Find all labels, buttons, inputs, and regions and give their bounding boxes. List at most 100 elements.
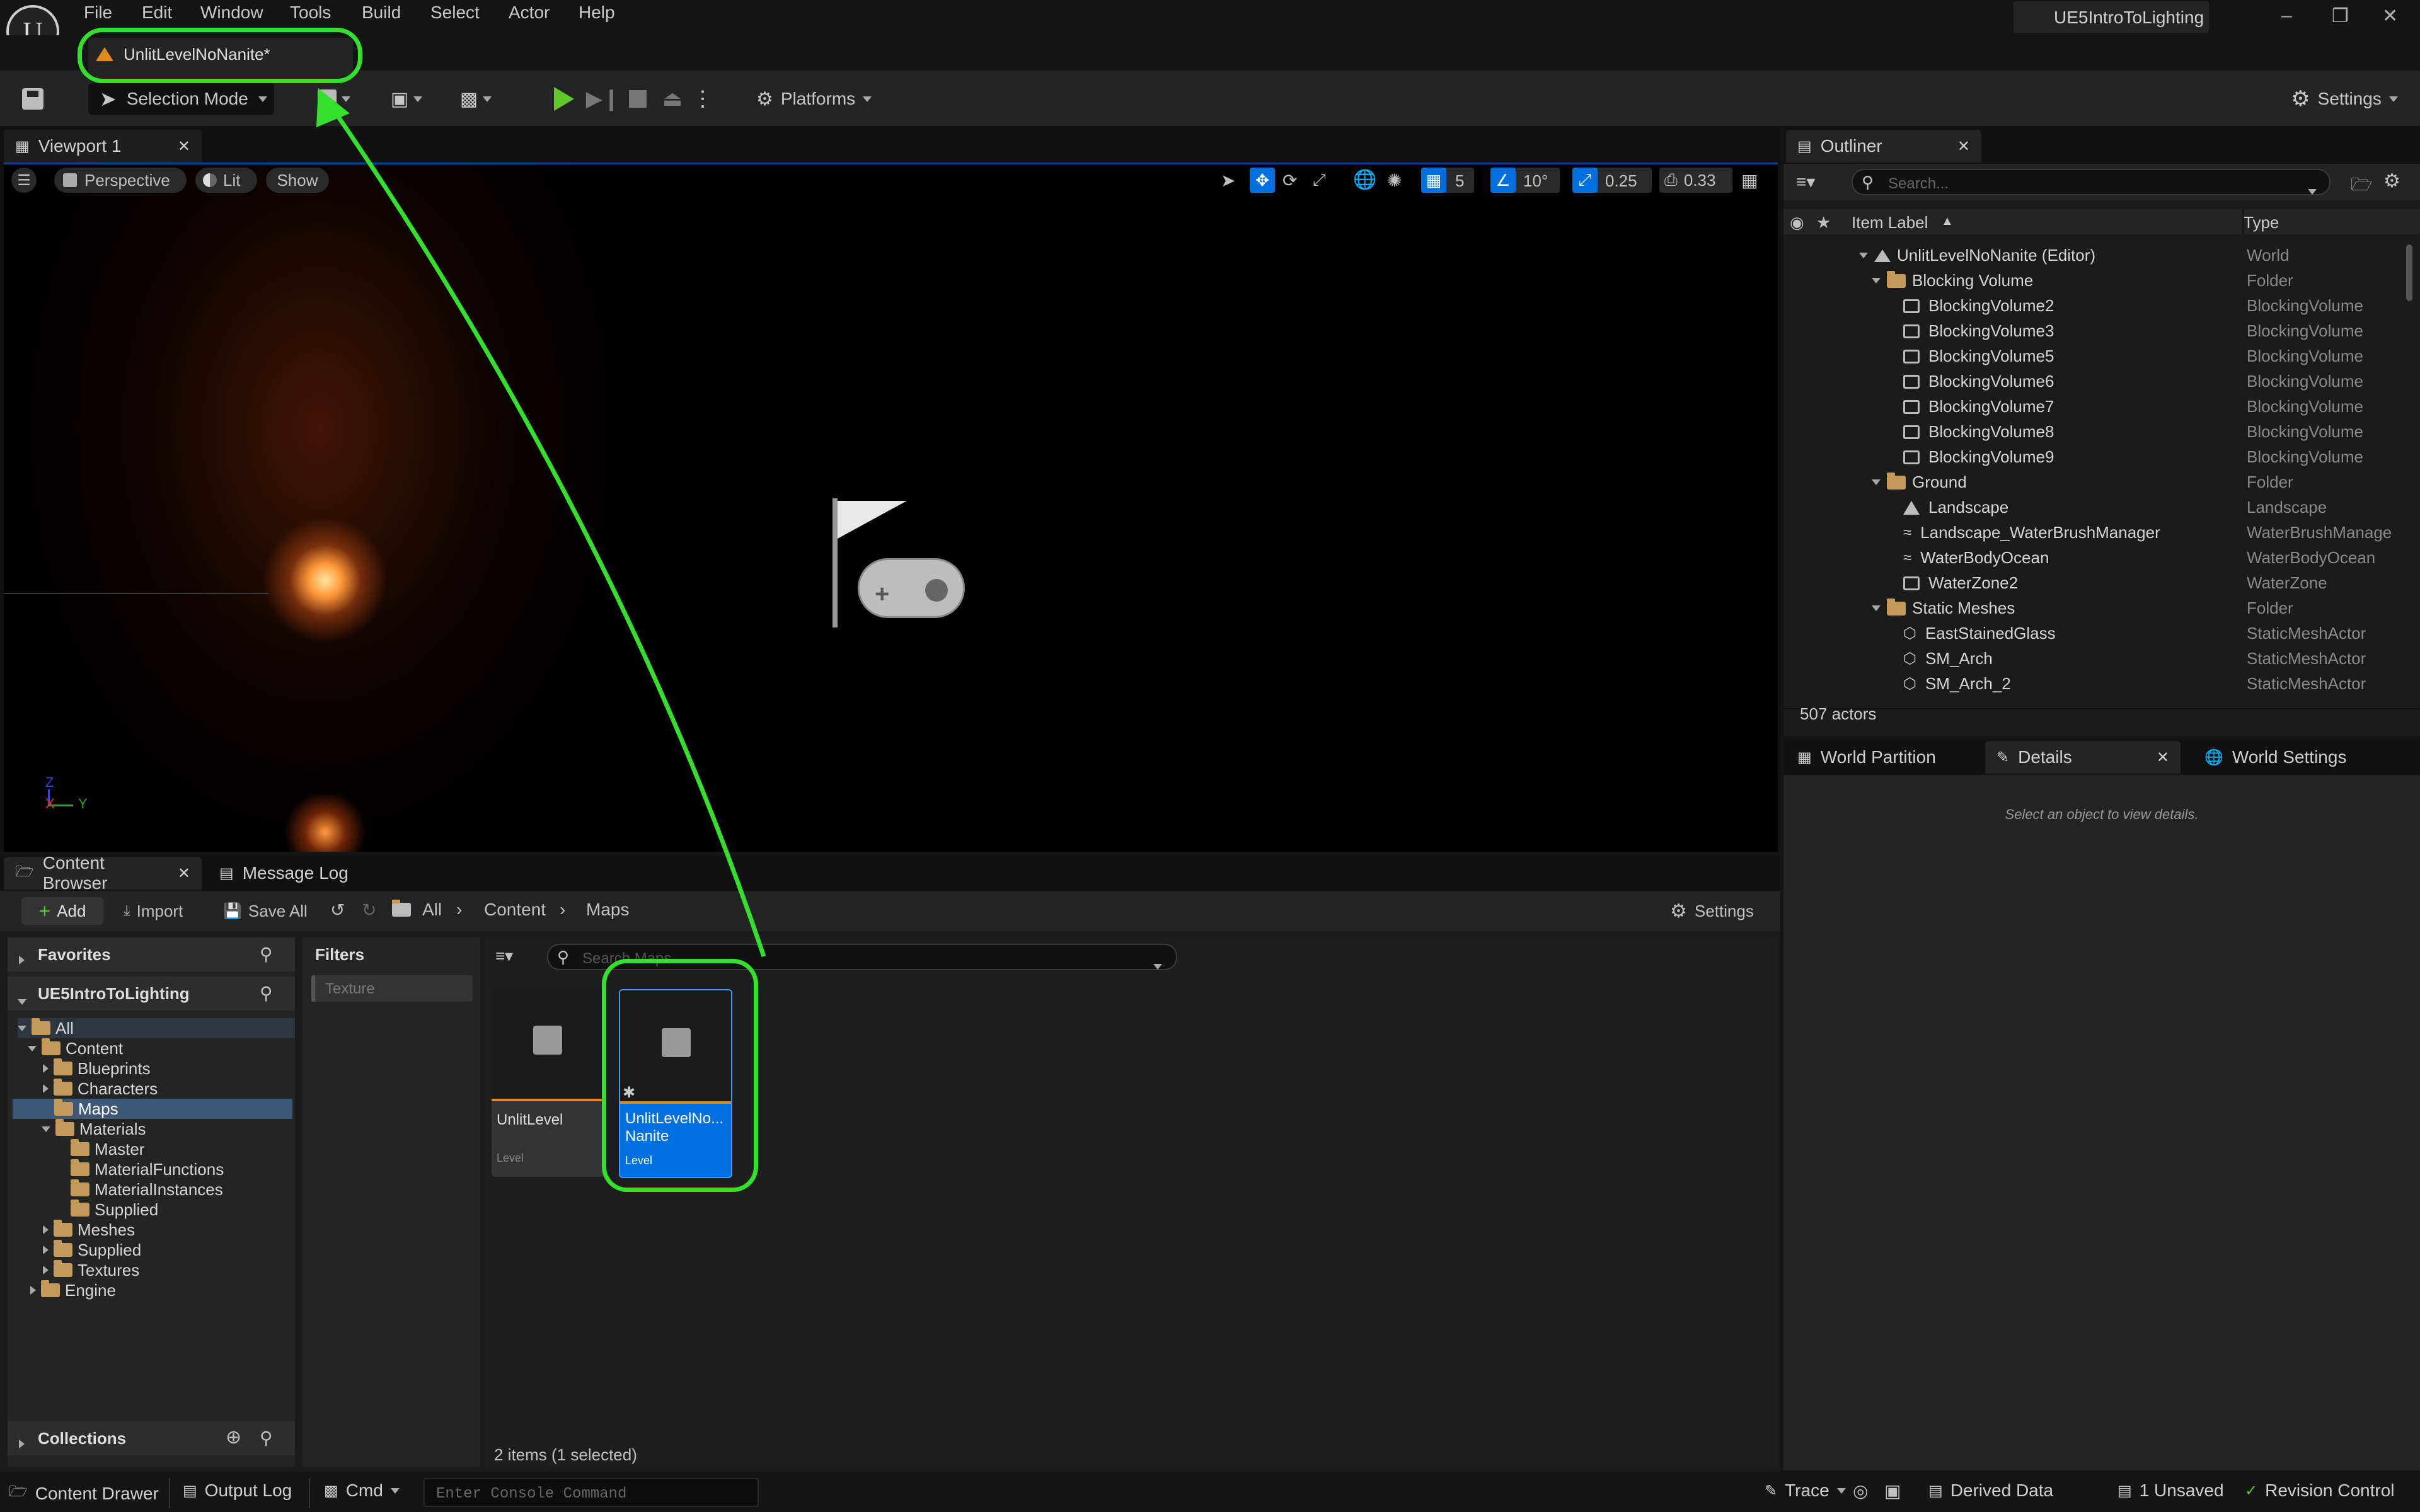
breadcrumb-content[interactable]: Content [484,900,546,920]
menu-edit[interactable]: Edit [142,3,172,23]
outliner-row[interactable]: BlockingVolume2 BlockingVolume [1783,292,2401,318]
camera-speed-button[interactable]: ⎙ 0.33 [1659,168,1732,193]
outliner-row[interactable]: Static Meshes Folder [1783,595,2401,620]
world-settings-tab[interactable]: 🌐 World Settings [2193,741,2407,774]
details-tab[interactable]: ✎ Details ✕ [1985,741,2181,774]
eject-button[interactable]: ⏏ [659,84,686,113]
save-icon[interactable] [18,84,48,113]
col-type[interactable]: Type [2244,213,2279,232]
rotate-tool-icon[interactable]: ⟳ [1282,170,1297,191]
unsaved-button[interactable]: ▤ 1 Unsaved [2118,1480,2224,1501]
tree-supplied[interactable]: Supplied [43,1240,295,1260]
search-icon[interactable]: ⚲ [260,983,273,1004]
cb-settings-button[interactable]: ⚙ Settings [1670,897,1777,925]
favorites-header[interactable]: Favorites ⚲ [8,937,295,971]
add-collection-icon[interactable]: ⊕ [226,1426,241,1448]
advance-frame-button[interactable]: ▶❙ [586,84,621,113]
outliner-scrollbar[interactable] [2406,244,2412,301]
stop-button[interactable] [624,84,652,113]
content-browser-tab[interactable]: 🗁 Content Browser ✕ [4,853,202,893]
viewport-canvas[interactable]: + Z X Y [4,163,1778,852]
outliner-row[interactable]: BlockingVolume5 BlockingVolume [1783,343,2401,368]
outliner-row[interactable]: BlockingVolume8 BlockingVolume [1783,418,2401,444]
outliner-row[interactable]: ⬡ SM_Arch StaticMeshActor [1783,645,2401,670]
tree-supplied-materials[interactable]: Supplied [71,1200,295,1220]
collections-header[interactable]: Collections ⊕ ⚲ [8,1421,295,1455]
restore-icon[interactable]: ❐ [2332,5,2349,27]
outliner-row[interactable]: BlockingVolume7 BlockingVolume [1783,393,2401,418]
tree-maps[interactable]: Maps [13,1099,292,1119]
outliner-row[interactable]: ⬡ SM_Arch_2 StaticMeshActor [1783,670,2401,696]
menu-build[interactable]: Build [362,3,401,23]
outliner-search-input[interactable]: ⚲ Search... [1852,169,2331,195]
perspective-button[interactable]: Perspective [54,168,187,193]
import-button[interactable]: ⤓ Import [124,897,205,925]
back-icon[interactable]: ↺ [330,900,345,920]
star-icon[interactable]: ★ [1816,213,1831,232]
forward-icon[interactable]: ↻ [362,900,376,920]
outliner-row[interactable]: ≈ Landscape_WaterBrushManager WaterBrushMa… [1783,519,2401,544]
close-tab-icon[interactable]: ✕ [178,864,190,883]
tree-master[interactable]: Master [71,1139,295,1159]
settings-dropdown[interactable]: ⚙ Settings [2281,84,2407,113]
selection-mode-dropdown[interactable]: ➤ Selection Mode [88,83,274,115]
filter-icon[interactable]: ≡▾ [495,946,513,966]
add-button[interactable]: + Add [21,897,103,925]
outliner-row[interactable]: UnlitLevelNoNanite (Editor) World [1783,242,2401,267]
filter-icon[interactable]: ≡▾ [1796,171,1815,192]
revision-control-button[interactable]: ✓ Revision Control [2245,1480,2395,1501]
content-drawer-button[interactable]: 🗁 Content Drawer [9,1480,159,1506]
cinematics-button[interactable]: ▩ [451,84,501,113]
menu-actor[interactable]: Actor [509,3,550,23]
console-input[interactable]: Enter Console Command [424,1478,759,1507]
tree-characters[interactable]: Characters [43,1079,295,1099]
surface-snap-icon[interactable]: ✺ [1387,170,1402,191]
outliner-row[interactable]: BlockingVolume6 BlockingVolume [1783,368,2401,393]
menu-window[interactable]: Window [200,3,263,23]
eye-icon[interactable]: ◉ [1790,213,1804,232]
tree-blueprints[interactable]: Blueprints [43,1058,295,1079]
play-button[interactable] [548,84,580,113]
outliner-row[interactable]: Blocking Volume Folder [1783,267,2401,292]
filter-chip-texture[interactable]: Texture [311,975,473,1002]
breadcrumb-maps[interactable]: Maps [586,900,629,920]
close-window-icon[interactable]: ✕ [2382,5,2398,27]
trace-button[interactable]: ✎ Trace [1765,1480,1846,1501]
record-icon[interactable]: ◎ [1853,1480,1868,1501]
breadcrumb-all[interactable]: All [422,900,442,920]
tree-material-instances[interactable]: MaterialInstances [71,1179,295,1200]
close-tab-icon[interactable]: ✕ [1957,137,1970,156]
outliner-row[interactable]: ⬡ EastStainedGlass StaticMeshActor [1783,620,2401,645]
blueprint-button[interactable]: ▣ [381,84,432,113]
move-tool-icon[interactable]: ✥ [1250,168,1275,193]
outliner-row[interactable]: ≈ WaterBodyOcean WaterBodyOcean [1783,544,2401,570]
viewport-tab[interactable]: ▦ Viewport 1 ✕ [4,130,202,163]
layout-icon[interactable]: ▦ [1741,170,1758,191]
message-log-tab[interactable]: ▤ Message Log [208,857,372,890]
add-folder-icon[interactable]: 🗁 [2351,171,2373,202]
tree-meshes[interactable]: Meshes [43,1220,295,1240]
col-item-label[interactable]: Item Label [1852,213,1928,232]
play-options-button[interactable]: ⋮ [692,84,713,113]
tree-materials[interactable]: Materials [42,1119,294,1139]
tree-material-functions[interactable]: MaterialFunctions [71,1159,295,1179]
menu-select[interactable]: Select [430,3,480,23]
lit-button[interactable]: Lit [195,168,257,193]
outliner-row[interactable]: BlockingVolume3 BlockingVolume [1783,318,2401,343]
player-start-icon[interactable]: + [829,498,968,631]
show-button[interactable]: Show [266,168,329,193]
grid-snap-button[interactable]: ▦ 5 [1421,168,1474,193]
project-header[interactable]: UE5IntroToLighting ⚲ [8,976,295,1011]
menu-file[interactable]: File [84,3,112,23]
world-partition-tab[interactable]: ▦ World Partition [1786,741,1981,774]
outliner-row[interactable]: Landscape Landscape [1783,494,2401,519]
scale-snap-button[interactable]: ⤢ 0.25 [1572,168,1652,193]
close-tab-icon[interactable]: ✕ [178,137,190,156]
add-actor-button[interactable] [309,84,359,113]
outliner-row[interactable]: Ground Folder [1783,469,2401,494]
tree-content[interactable]: Content [28,1038,295,1058]
outliner-row[interactable]: BlockingVolume9 BlockingVolume [1783,444,2401,469]
world-space-icon[interactable]: 🌐 [1353,169,1376,191]
menu-help[interactable]: Help [579,3,615,23]
close-tab-icon[interactable]: ✕ [2157,748,2169,767]
